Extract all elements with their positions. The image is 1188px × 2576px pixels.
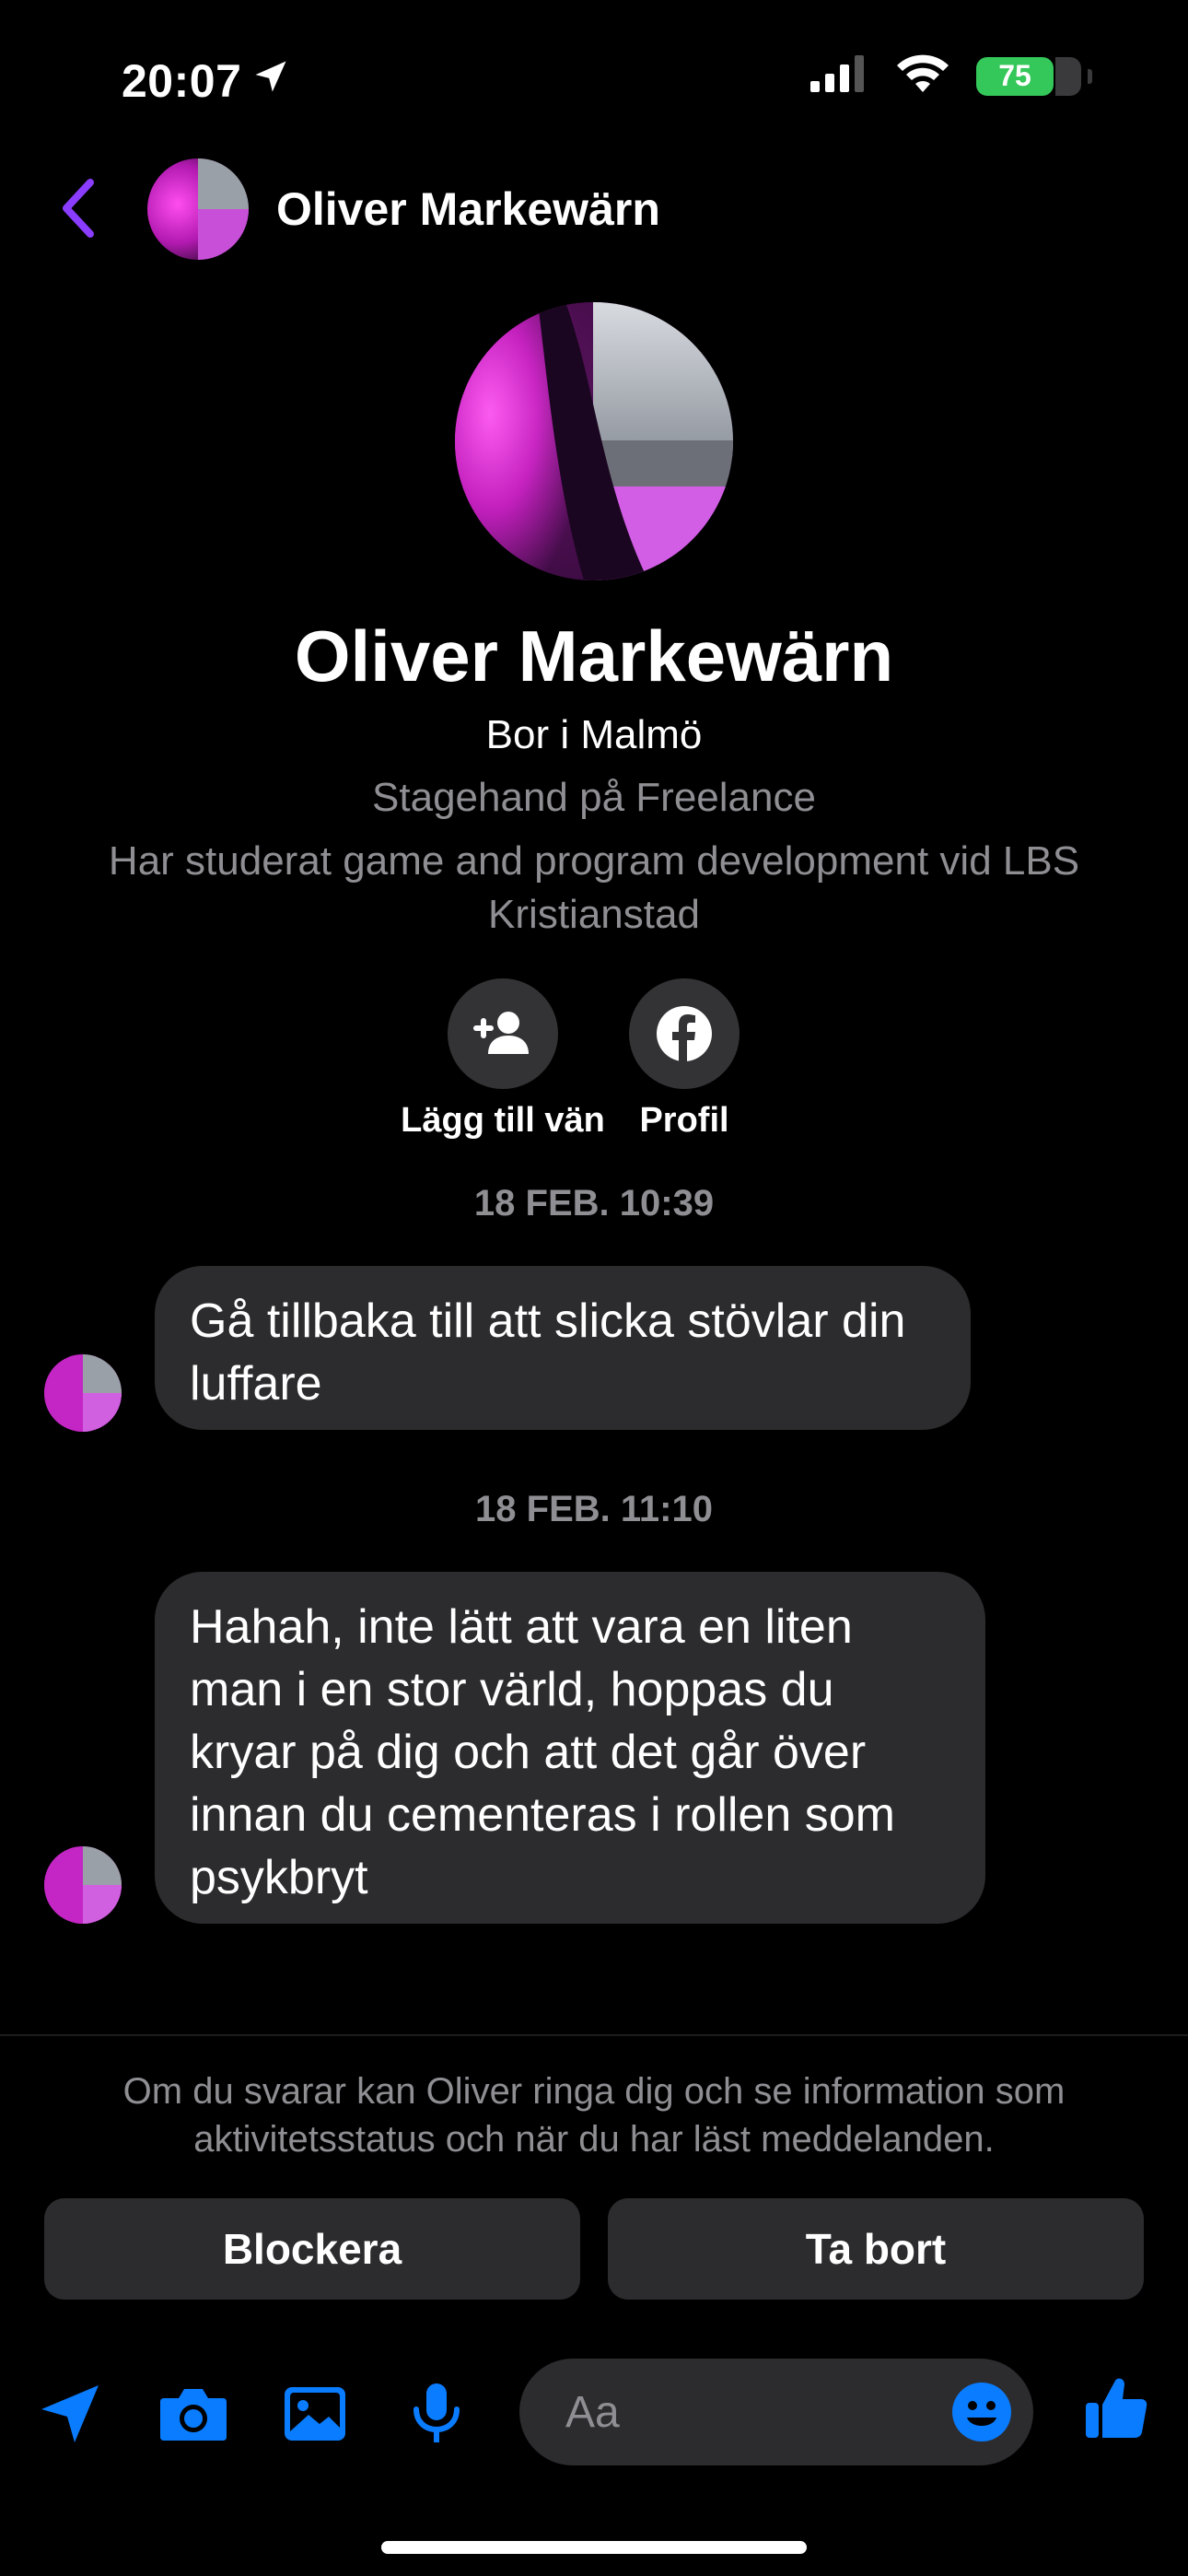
add-friend-button[interactable] bbox=[448, 978, 558, 1089]
facebook-profile-button[interactable] bbox=[629, 978, 740, 1089]
profile-work: Stagehand på Freelance bbox=[372, 775, 816, 820]
message-timestamp: 18 FEB. 10:39 bbox=[473, 1183, 715, 1224]
profile-name: Oliver Markewärn bbox=[294, 615, 894, 697]
message-input-container[interactable] bbox=[519, 2359, 1033, 2465]
home-indicator[interactable] bbox=[381, 2541, 807, 2554]
facebook-icon bbox=[657, 1006, 712, 1061]
chevron-left-icon bbox=[63, 179, 94, 238]
profile-avatar[interactable] bbox=[455, 302, 733, 580]
signal-icon bbox=[810, 55, 869, 97]
delete-button[interactable]: Ta bort bbox=[608, 2198, 1144, 2300]
sender-avatar[interactable] bbox=[44, 1354, 122, 1432]
send-location-button[interactable] bbox=[33, 2377, 107, 2451]
emoji-button[interactable] bbox=[949, 2379, 1015, 2445]
profile-label[interactable]: Profil bbox=[611, 1096, 758, 1144]
wifi-icon bbox=[895, 53, 950, 99]
battery-indicator: 75 bbox=[976, 56, 1092, 96]
divider bbox=[0, 2034, 1188, 2036]
incoming-message-bubble[interactable]: Hahah, inte lätt att vara en liten man i… bbox=[155, 1572, 985, 1924]
battery-level: 75 bbox=[976, 56, 1081, 96]
status-bar-time-group: 20:07 bbox=[122, 48, 291, 114]
add-friend-icon bbox=[473, 1012, 529, 1054]
add-friend-label[interactable]: Lägg till vän bbox=[387, 1096, 619, 1144]
back-button[interactable] bbox=[55, 175, 101, 241]
microphone-icon bbox=[413, 2383, 460, 2442]
emoji-icon bbox=[952, 2383, 1011, 2441]
gallery-icon bbox=[285, 2387, 345, 2441]
incoming-message-bubble[interactable]: Gå tillbaka till att slicka stövlar din … bbox=[155, 1266, 971, 1430]
block-button[interactable]: Blockera bbox=[44, 2198, 580, 2300]
location-arrow-icon bbox=[250, 48, 291, 114]
sender-avatar[interactable] bbox=[44, 1846, 122, 1924]
profile-location: Bor i Malmö bbox=[485, 712, 703, 757]
thumbs-up-icon bbox=[1086, 2378, 1147, 2438]
profile-education: Har studerat game and program developmen… bbox=[108, 838, 1080, 937]
message-request-notice: Om du svarar kan Oliver ringa dig och se… bbox=[122, 2071, 1066, 2160]
status-time: 20:07 bbox=[122, 55, 242, 107]
status-bar-right: 75 bbox=[810, 53, 1092, 99]
camera-button[interactable] bbox=[157, 2377, 230, 2451]
like-button[interactable] bbox=[1079, 2371, 1153, 2445]
message-input[interactable] bbox=[564, 2385, 949, 2439]
header-contact-name[interactable]: Oliver Markewärn bbox=[276, 181, 660, 238]
send-location-icon bbox=[41, 2385, 99, 2442]
header-avatar[interactable] bbox=[147, 158, 249, 260]
microphone-button[interactable] bbox=[400, 2377, 473, 2451]
camera-icon bbox=[160, 2389, 227, 2441]
message-timestamp: 18 FEB. 11:10 bbox=[475, 1489, 713, 1529]
gallery-button[interactable] bbox=[278, 2377, 352, 2451]
